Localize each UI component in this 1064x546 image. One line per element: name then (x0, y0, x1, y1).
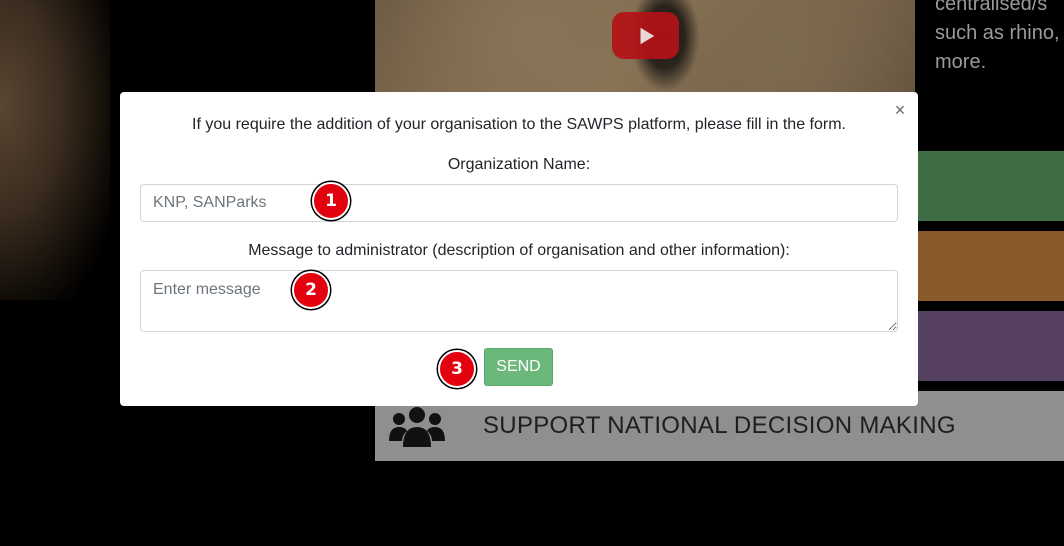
annotation-marker-2: 2 (292, 271, 330, 309)
feature-tile-green[interactable] (918, 151, 1064, 221)
play-icon (640, 27, 654, 44)
background-description-text: centralised/s such as rhino, more. (935, 0, 1064, 77)
background-animal-image (0, 0, 110, 300)
organization-name-input[interactable] (140, 184, 898, 222)
modal-intro-text: If you require the addition of your orga… (192, 116, 846, 133)
annotation-marker-3: 3 (438, 350, 476, 388)
people-group-icon (389, 407, 445, 447)
annotation-marker-1: 1 (312, 182, 350, 220)
add-organisation-modal: × If you require the addition of your or… (120, 92, 918, 406)
organization-name-label: Organization Name: (447, 156, 591, 173)
message-textarea[interactable] (140, 270, 898, 332)
feature-tile-purple[interactable] (918, 311, 1064, 381)
message-label: Message to administrator (description of… (248, 242, 790, 259)
feature-tile-orange[interactable] (918, 231, 1064, 301)
description-line: more. (935, 51, 987, 73)
video-thumbnail[interactable] (375, 0, 915, 92)
description-line: such as rhino, (935, 22, 1060, 44)
youtube-play-button[interactable] (612, 12, 679, 59)
description-line: centralised/s (935, 0, 1048, 15)
send-button[interactable]: SEND (484, 348, 553, 386)
support-bar-label: SUPPORT NATIONAL DECISION MAKING (483, 412, 956, 439)
